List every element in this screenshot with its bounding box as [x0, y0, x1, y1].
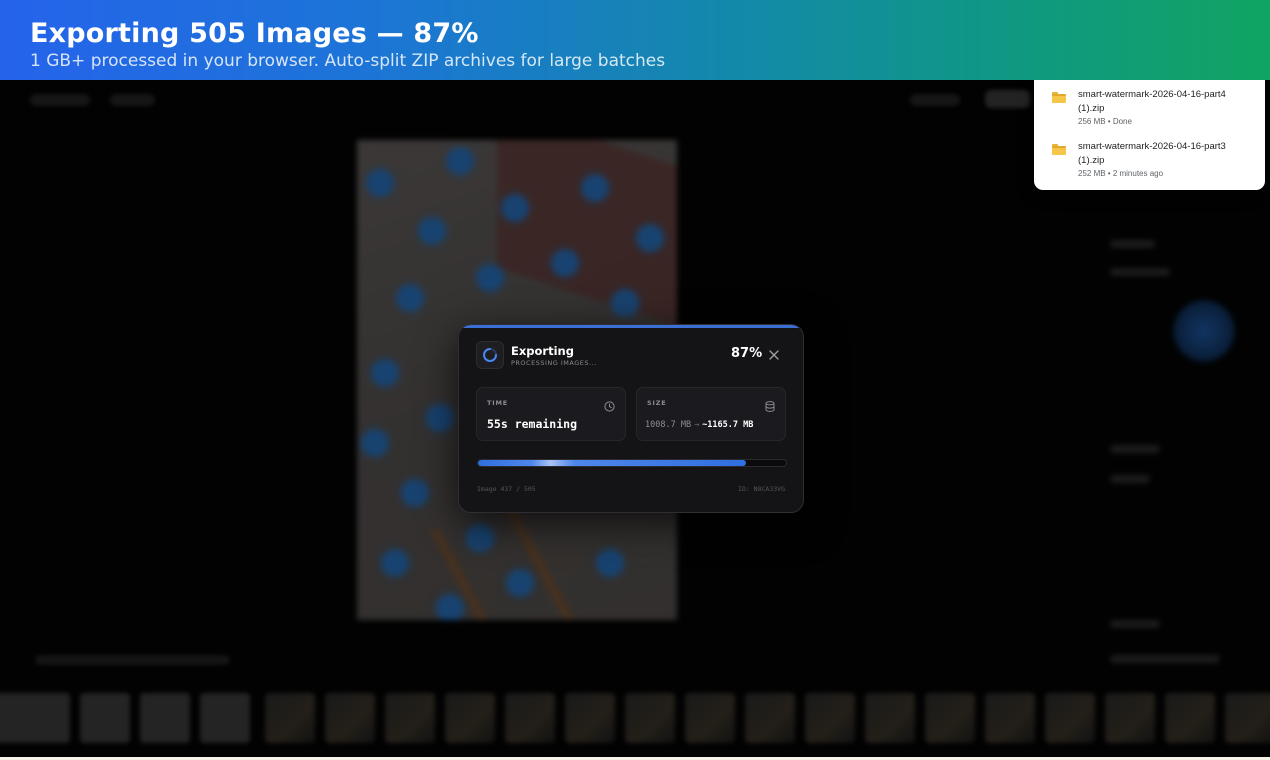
header-banner: Exporting 505 Images — 87% 1 GB+ process… — [0, 0, 1270, 80]
arrow-right-icon: → — [694, 420, 700, 430]
background-filmstrip — [0, 685, 1270, 758]
background-filmstrip-label — [35, 655, 230, 665]
download-filename: smart-watermark-2026-04-16-part4 (1).zip — [1078, 89, 1226, 114]
progress-percent: 87% — [731, 346, 763, 361]
download-meta: 256 MB • Done — [1078, 117, 1132, 126]
image-counter: Image 437 / 505 — [477, 485, 536, 493]
size-from: 1008.7 MB — [645, 420, 692, 430]
progress-fill — [478, 460, 746, 466]
downloads-panel: smart-watermark-2026-04-16-part4 (1).zip… — [1034, 70, 1265, 190]
page-subtitle: 1 GB+ processed in your browser. Auto-sp… — [30, 51, 666, 71]
export-id: ID: N8CA33VG — [738, 485, 785, 493]
download-meta: 252 MB • 2 minutes ago — [1078, 169, 1164, 178]
spinner-icon — [476, 341, 504, 369]
export-modal: Exporting PROCESSING IMAGES... 87% TIME … — [458, 324, 804, 513]
folder-zip-icon — [1052, 144, 1066, 155]
folder-zip-icon — [1052, 92, 1066, 103]
download-filename: smart-watermark-2026-04-16-part3 (1).zip — [1078, 141, 1226, 166]
size-values: 1008.7 MB → ~1165.7 MB — [645, 420, 753, 430]
download-item[interactable]: smart-watermark-2026-04-16-part3 (1).zip… — [1034, 140, 1265, 188]
time-remaining: 55s remaining — [487, 417, 578, 431]
page-title: Exporting 505 Images — 87% — [30, 18, 479, 49]
progress-bar — [477, 459, 787, 467]
download-item[interactable]: smart-watermark-2026-04-16-part4 (1).zip… — [1034, 88, 1265, 136]
database-icon — [765, 397, 775, 416]
modal-subtitle: PROCESSING IMAGES... — [511, 359, 597, 367]
clock-icon — [604, 397, 615, 416]
background-sidebar — [1095, 190, 1270, 758]
close-button[interactable] — [764, 345, 784, 365]
size-to: ~1165.7 MB — [702, 420, 754, 430]
modal-title: Exporting — [511, 344, 574, 358]
size-card: SIZE 1008.7 MB → ~1165.7 MB — [636, 387, 786, 441]
modal-accent-line — [459, 325, 803, 328]
close-icon — [769, 350, 779, 360]
time-card: TIME 55s remaining — [476, 387, 626, 441]
time-label: TIME — [487, 399, 508, 407]
size-label: SIZE — [647, 399, 667, 407]
